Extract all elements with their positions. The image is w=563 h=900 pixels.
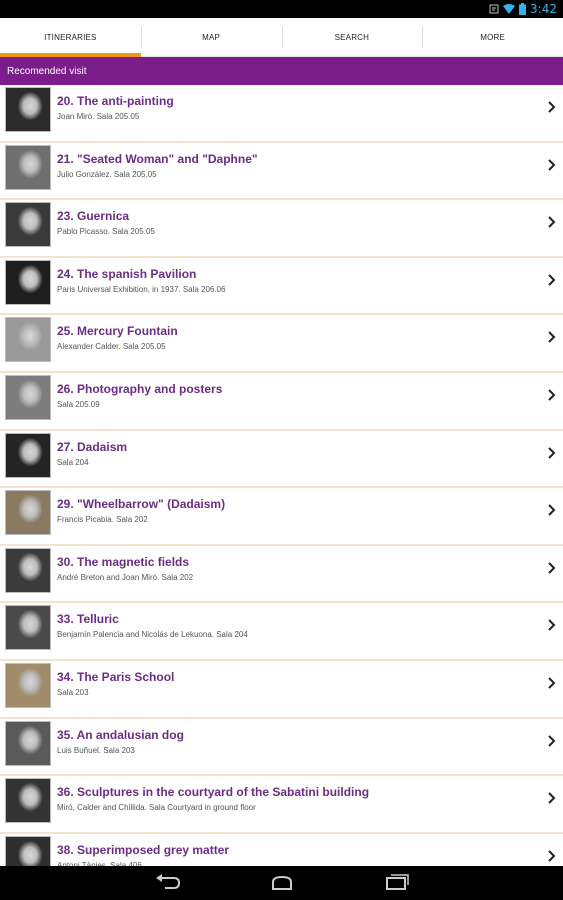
item-subtitle: Sala 204 [57, 457, 89, 467]
item-subtitle: Benjamín Palencia and Nicolás de Lekuona… [57, 630, 248, 640]
section-header: Recomended visit [0, 57, 563, 85]
portrait-thumbnail [5, 778, 51, 824]
item-title: 21. "Seated Woman" and "Daphne" [57, 151, 258, 166]
tab-search[interactable]: SEARCH [281, 18, 423, 56]
portrait-thumbnail [5, 720, 51, 766]
list-item[interactable]: 24. The spanish Pavilion Paris Universal … [0, 258, 563, 316]
tab-bar: ITINERARIES MAP SEARCH MORE [0, 18, 563, 57]
item-title: 30. The magnetic fields [57, 554, 190, 569]
tab-itineraries[interactable]: ITINERARIES [0, 18, 141, 57]
chevron-right-icon [548, 158, 556, 171]
back-arrow-icon[interactable] [155, 874, 181, 890]
item-subtitle: Paris Universal Exhibition, in 1937. Sal… [57, 284, 226, 294]
portrait-thumbnail [5, 835, 51, 866]
list-item[interactable]: 34. The Paris School Sala 203 [0, 661, 563, 719]
portrait-thumbnail [5, 317, 51, 363]
chevron-right-icon [548, 504, 556, 516]
item-title: 23. Guernica [57, 209, 130, 224]
item-title: 25. Mercury Fountain [57, 324, 178, 339]
item-subtitle: Miró, Calder and Chillida. Sala Courtyar… [57, 803, 256, 813]
chevron-right-icon [548, 331, 556, 344]
item-subtitle: Sala 203 [57, 687, 89, 697]
portrait-thumbnail [5, 432, 51, 478]
item-title: 24. The spanish Pavilion [57, 266, 197, 281]
list-item[interactable]: 20. The anti-painting Joan Miró. Sala 205… [0, 85, 563, 143]
item-subtitle: Francis Picabia. Sala 202 [57, 515, 148, 525]
item-subtitle: André Breton and Joan Miró. Sala 202 [57, 572, 194, 582]
status-bar: 3:42 [0, 0, 563, 18]
item-subtitle: Luis Buñuel. Sala 203 [57, 745, 135, 755]
notification-icon [489, 4, 499, 14]
item-title: 20. The anti-painting [57, 94, 174, 108]
chevron-right-icon [548, 101, 556, 113]
home-icon[interactable] [269, 876, 295, 890]
list-item[interactable]: 25. Mercury Fountain Alexander Calder. Sa… [0, 315, 563, 373]
tab-more[interactable]: MORE [422, 18, 563, 56]
item-subtitle: Julio González. Sala 205.05 [57, 169, 157, 179]
list-item[interactable]: 36. Sculptures in the courtyard of the S… [0, 776, 563, 834]
chevron-right-icon [548, 216, 556, 228]
navigation-bar [0, 866, 563, 900]
item-title: 33. Telluric [57, 612, 119, 627]
chevron-right-icon [548, 274, 556, 286]
portrait-thumbnail [5, 605, 51, 651]
item-subtitle: Pablo Picasso. Sala 205.05 [57, 227, 155, 237]
battery-icon [519, 3, 527, 15]
chevron-right-icon [548, 562, 556, 574]
item-title: 35. An andalusian dog [57, 727, 184, 742]
item-title: 27. Dadaism [57, 439, 128, 454]
chevron-right-icon [548, 792, 556, 804]
list-item[interactable]: 21. "Seated Woman" and "Daphne" Julio Gon… [0, 143, 563, 201]
item-title: 38. Superimposed grey matter [57, 842, 230, 857]
tab-map[interactable]: MAP [140, 18, 282, 56]
item-title: 29. "Wheelbarrow" (Dadaism) [57, 497, 226, 512]
chevron-right-icon [548, 734, 556, 747]
item-title: 26. Photography and posters [57, 381, 223, 396]
chevron-right-icon [548, 389, 556, 401]
portrait-thumbnail [5, 144, 51, 190]
chevron-right-icon [548, 619, 556, 632]
list-item[interactable]: 27. Dadaism Sala 204 [0, 431, 563, 489]
item-title: 36. Sculptures in the courtyard of the S… [57, 785, 370, 800]
portrait-thumbnail [5, 374, 51, 420]
list-item[interactable]: 29. "Wheelbarrow" (Dadaism) Francis Picab… [0, 488, 563, 546]
portrait-thumbnail [5, 87, 51, 132]
section-title: Recomended visit [7, 65, 87, 77]
list-item[interactable]: 23. Guernica Pablo Picasso. Sala 205.05 [0, 200, 563, 258]
portrait-thumbnail [5, 259, 51, 305]
chevron-right-icon [548, 446, 556, 459]
list-item[interactable]: 26. Photography and posters Sala 205.09 [0, 373, 563, 431]
portrait-thumbnail [5, 547, 51, 593]
list-item[interactable]: 30. The magnetic fields André Breton and … [0, 546, 563, 604]
portrait-thumbnail [5, 490, 51, 536]
chevron-right-icon [548, 677, 556, 689]
item-subtitle: Joan Miró. Sala 205.05 [57, 112, 140, 121]
clock: 3:42 [530, 2, 557, 16]
item-subtitle: Alexander Calder. Sala 205.05 [57, 342, 166, 352]
list-item[interactable]: 33. Telluric Benjamín Palencia and Nicolá… [0, 603, 563, 661]
recent-apps-icon[interactable] [384, 874, 410, 890]
list-item[interactable]: 35. An andalusian dog Luis Buñuel. Sala 2… [0, 719, 563, 777]
item-title: 34. The Paris School [57, 669, 175, 684]
chevron-right-icon [548, 850, 556, 862]
status-icons: 3:42 [489, 2, 557, 16]
list-item[interactable]: 38. Superimposed grey matter Antoni Tàpie… [0, 834, 563, 866]
wifi-icon [503, 4, 516, 14]
item-subtitle: Sala 205.09 [57, 399, 100, 409]
portrait-thumbnail [5, 202, 51, 248]
portrait-thumbnail [5, 662, 51, 708]
itinerary-list: 20. The anti-painting Joan Miró. Sala 205… [0, 85, 563, 866]
